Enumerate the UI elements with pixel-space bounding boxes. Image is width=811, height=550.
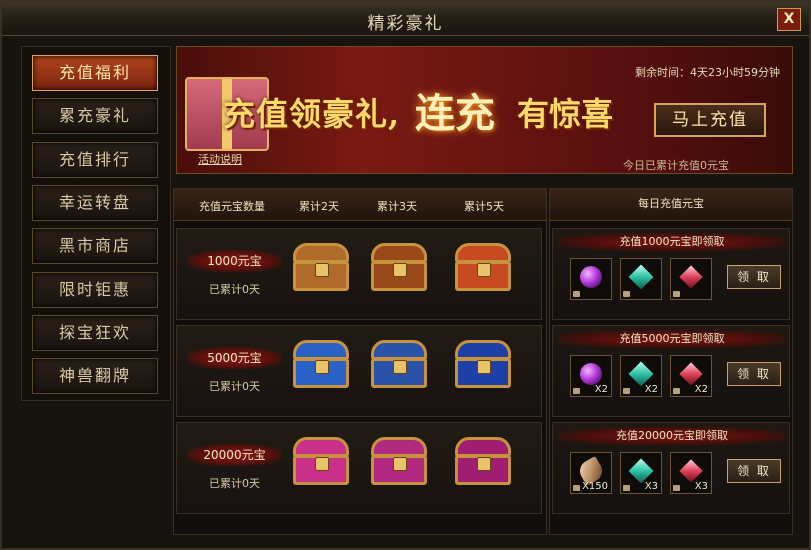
tier-row: 1000元宝 已累计0天 <box>176 228 542 320</box>
daily-recharge-panel: 每日充值元宝 充值1000元宝即领取 领 取 充值5000元宝即领取 X2 X2… <box>549 188 793 535</box>
tier-days: 已累计0天 <box>209 380 260 393</box>
teal-crystal-icon[interactable]: X2 <box>620 355 662 397</box>
tier-row: 20000元宝 已累计0天 <box>176 422 542 514</box>
tier-days: 已累计0天 <box>209 477 260 490</box>
reward-window: 精彩豪礼 X 充值福利 累充豪礼 充值排行 幸运转盘 黑市商店 限时钜惠 探宝狂… <box>0 0 811 550</box>
purple-orb-icon[interactable] <box>570 258 612 300</box>
remaining-time: 剩余时间：4天23小时59分钟 <box>635 66 780 79</box>
cumulative-recharge-table: 充值元宝数量 累计2天 累计3天 累计5天 1000元宝 已累计0天 5000元… <box>173 188 547 535</box>
pink-crystal-icon[interactable]: X2 <box>670 355 712 397</box>
header-2days: 累计2天 <box>299 200 339 213</box>
item-quantity: X2 <box>644 384 658 395</box>
tier-row: 5000元宝 已累计0天 <box>176 325 542 417</box>
table-header: 充值元宝数量 累计2天 累计3天 累计5天 <box>174 189 546 221</box>
chest-2day-icon[interactable] <box>293 437 349 485</box>
tier-days: 已累计0天 <box>209 283 260 296</box>
window-title: 精彩豪礼 <box>367 14 444 34</box>
sidebar-item-cumulative-gifts[interactable]: 累充豪礼 <box>32 98 158 134</box>
daily-tier-title: 充值1000元宝即领取 <box>559 233 785 251</box>
daily-tier: 充值20000元宝即领取 X150 X3 X3 领 取 <box>552 422 790 514</box>
tier-amount: 5000元宝 <box>187 347 282 369</box>
title-bar: 精彩豪礼 X <box>2 2 809 36</box>
sidebar-item-treasure-hunt[interactable]: 探宝狂欢 <box>32 315 158 351</box>
recharge-now-button[interactable]: 马上充值 <box>654 103 766 137</box>
teal-crystal-icon[interactable] <box>620 258 662 300</box>
daily-tier-title: 充值20000元宝即领取 <box>559 427 785 445</box>
promo-banner: 充值领豪礼, 连充 有惊喜 剩余时间：4天23小时59分钟 马上充值 活动说明 … <box>176 46 793 174</box>
claim-button[interactable]: 领 取 <box>727 459 781 483</box>
banner-slogan-part2: 连充 <box>415 90 495 137</box>
item-quantity: X150 <box>582 481 608 492</box>
sidebar: 充值福利 累充豪礼 充值排行 幸运转盘 黑市商店 限时钜惠 探宝狂欢 神兽翻牌 <box>21 46 171 401</box>
tier-amount: 20000元宝 <box>187 444 282 466</box>
banner-slogan-part3: 有惊喜 <box>517 95 614 133</box>
daily-tier-title: 充值5000元宝即领取 <box>559 330 785 348</box>
item-quantity: X2 <box>694 384 708 395</box>
sidebar-item-recharge-ranking[interactable]: 充值排行 <box>32 142 158 178</box>
chest-2day-icon[interactable] <box>293 243 349 291</box>
chest-5day-icon[interactable] <box>455 243 511 291</box>
claim-button[interactable]: 领 取 <box>727 362 781 386</box>
header-3days: 累计3天 <box>377 200 417 213</box>
banner-slogan-part1: 充值领豪礼, <box>223 95 401 133</box>
teal-crystal-icon[interactable]: X3 <box>620 452 662 494</box>
sidebar-item-lucky-wheel[interactable]: 幸运转盘 <box>32 185 158 221</box>
daily-tier: 充值5000元宝即领取 X2 X2 X2 领 取 <box>552 325 790 417</box>
chest-3day-icon[interactable] <box>371 243 427 291</box>
tier-amount: 1000元宝 <box>187 250 282 272</box>
sidebar-item-recharge-welfare[interactable]: 充值福利 <box>32 55 158 91</box>
header-5days: 累计5天 <box>464 200 504 213</box>
header-amount: 充值元宝数量 <box>199 200 265 213</box>
daily-panel-header: 每日充值元宝 <box>550 189 792 221</box>
close-button[interactable]: X <box>777 8 801 31</box>
chest-3day-icon[interactable] <box>371 340 427 388</box>
item-quantity: X3 <box>694 481 708 492</box>
daily-tier: 充值1000元宝即领取 领 取 <box>552 228 790 320</box>
event-info-link[interactable]: 活动说明 <box>198 151 242 167</box>
chest-5day-icon[interactable] <box>455 340 511 388</box>
sidebar-item-black-market[interactable]: 黑市商店 <box>32 228 158 264</box>
sidebar-item-beast-cards[interactable]: 神兽翻牌 <box>32 358 158 394</box>
sidebar-item-limited-deals[interactable]: 限时钜惠 <box>32 272 158 308</box>
chest-2day-icon[interactable] <box>293 340 349 388</box>
chest-3day-icon[interactable] <box>371 437 427 485</box>
item-quantity: X3 <box>644 481 658 492</box>
claim-button[interactable]: 领 取 <box>727 265 781 289</box>
pink-crystal-icon[interactable] <box>670 258 712 300</box>
today-recharge-total: 今日已累计充值0元宝 <box>623 159 729 172</box>
feather-icon[interactable]: X150 <box>570 452 612 494</box>
pink-crystal-icon[interactable]: X3 <box>670 452 712 494</box>
purple-orb-icon[interactable]: X2 <box>570 355 612 397</box>
item-quantity: X2 <box>594 384 608 395</box>
chest-5day-icon[interactable] <box>455 437 511 485</box>
